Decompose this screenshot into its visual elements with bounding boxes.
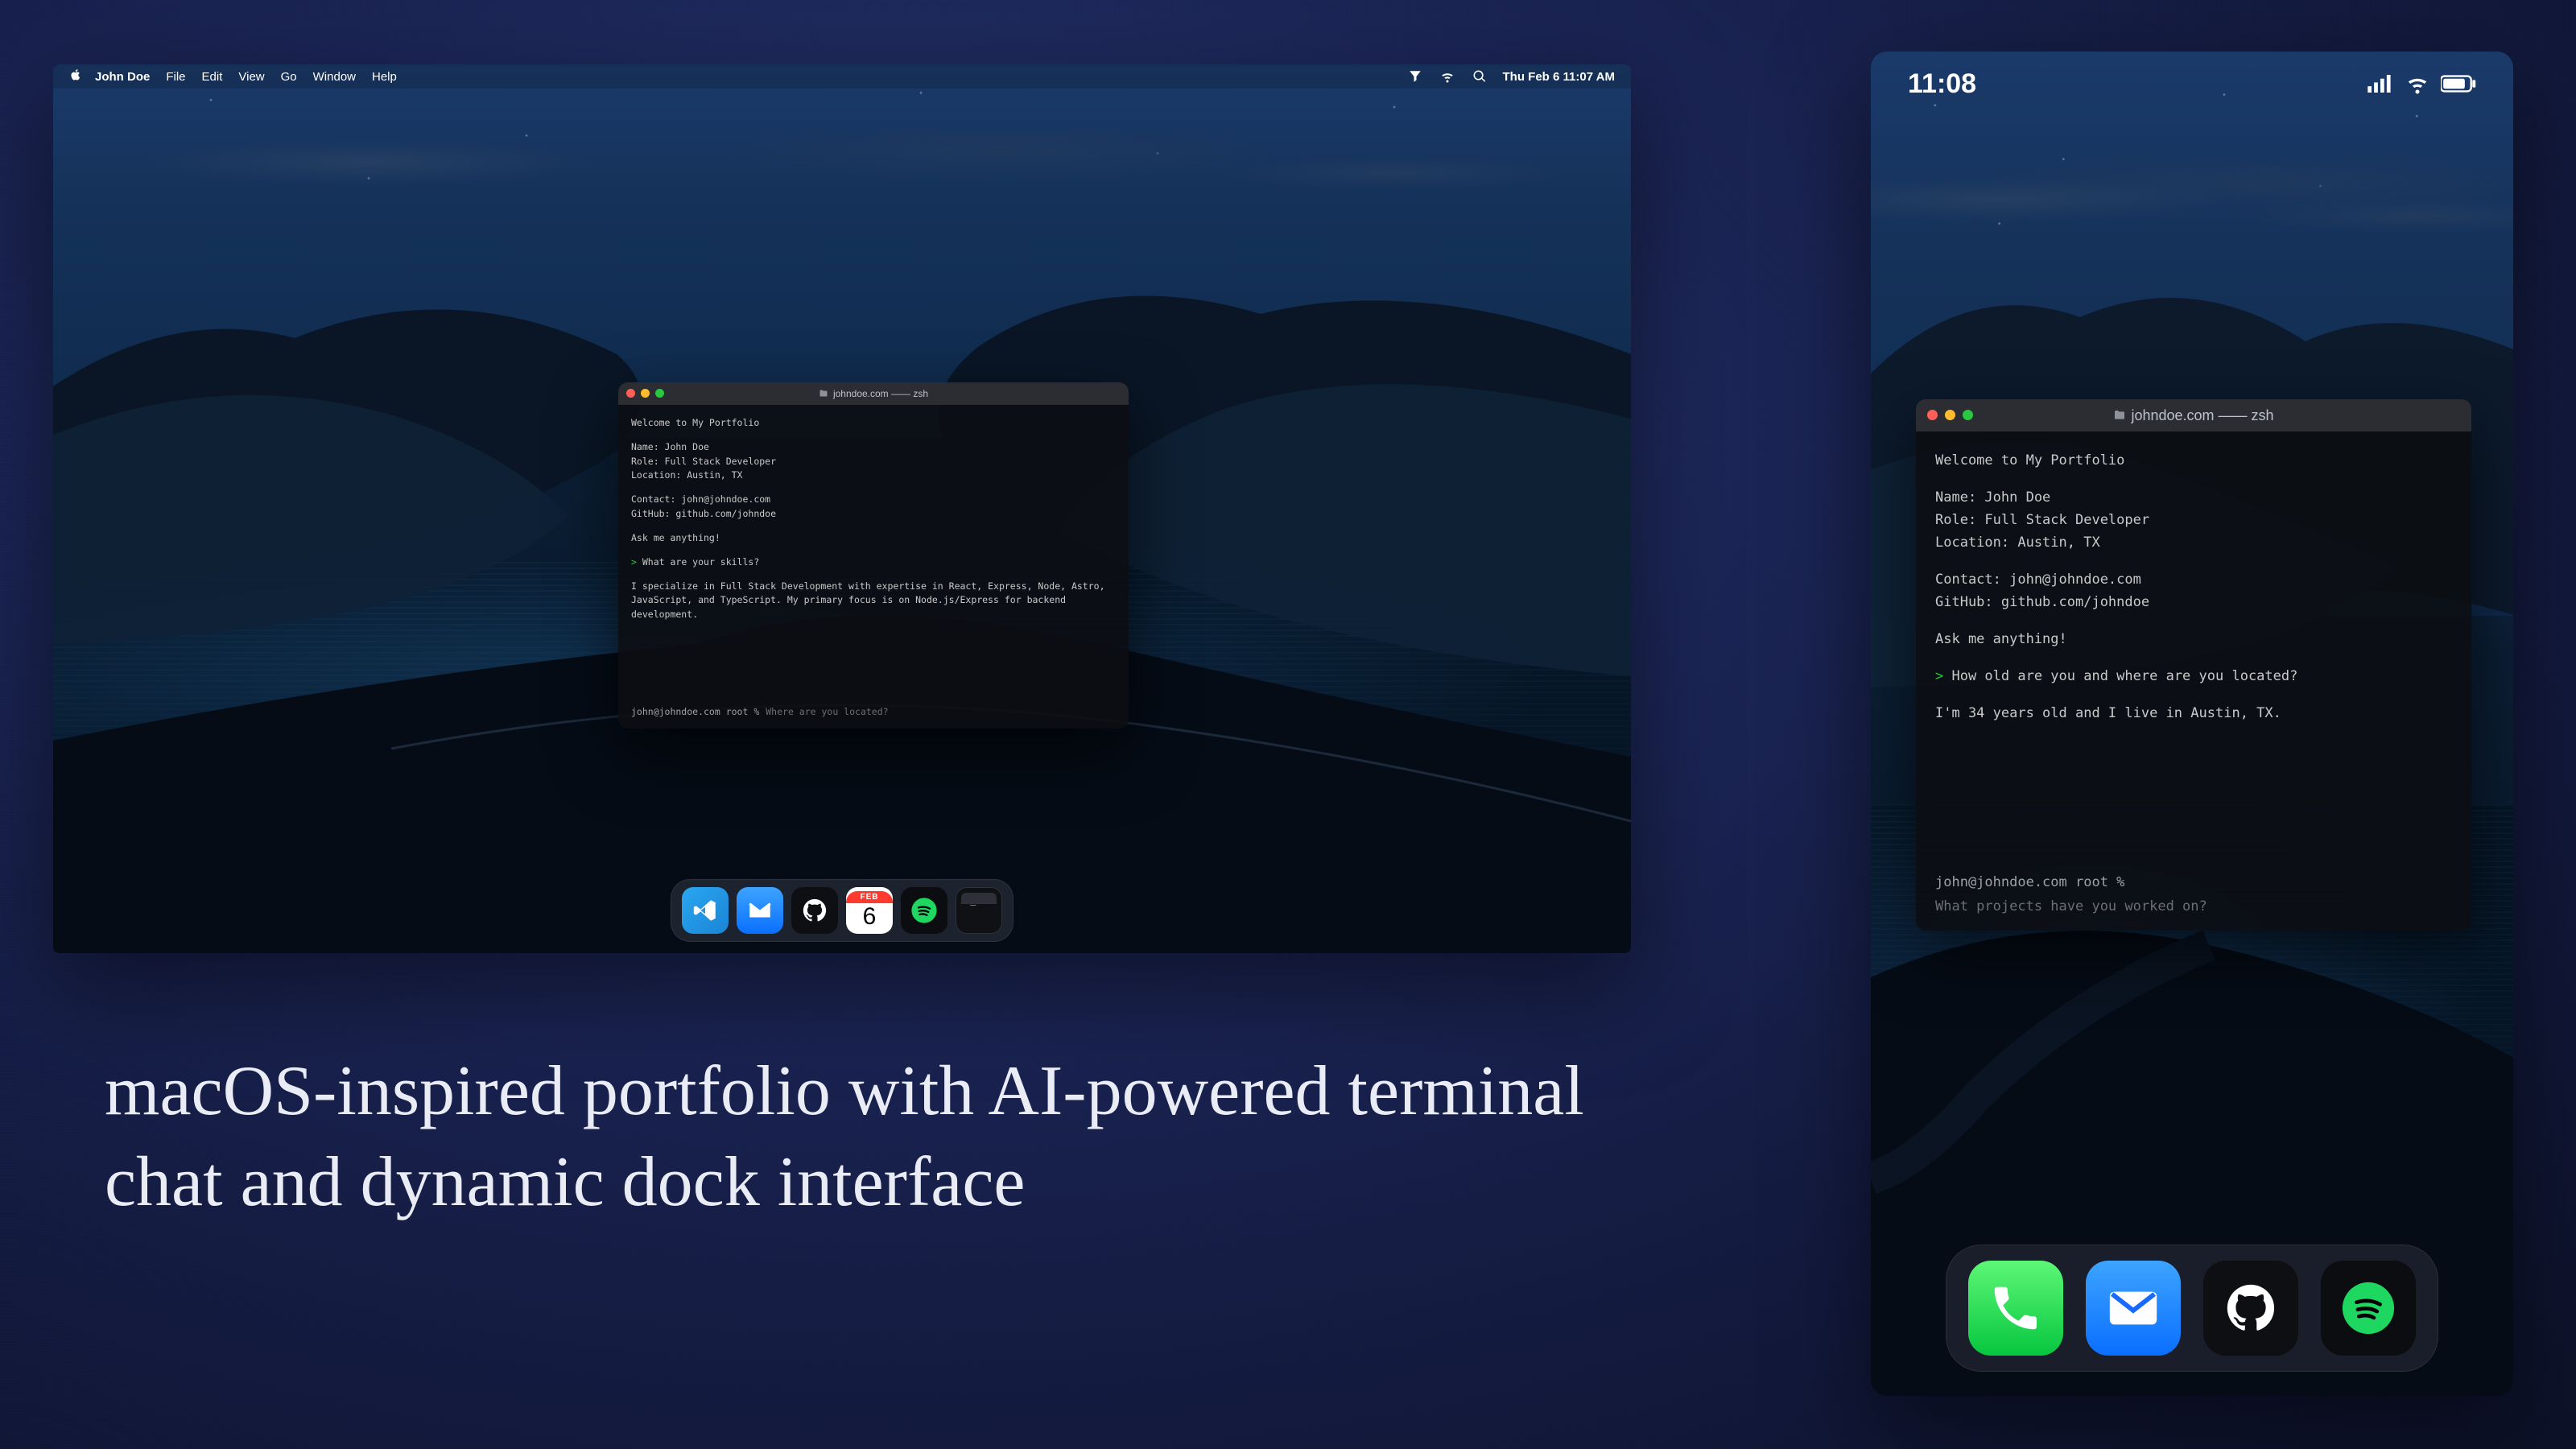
menubar-item-window[interactable]: Window (313, 70, 356, 84)
term-contact: Contact: john@johndoe.com (631, 493, 1116, 507)
dock-app-phone[interactable] (1968, 1261, 2063, 1356)
dock: FEB 6 >_ (671, 879, 1013, 942)
terminal-titlebar[interactable]: johndoe.com —— zsh (618, 382, 1129, 405)
dock-app-vscode[interactable] (682, 887, 729, 934)
prompt-symbol: > (631, 556, 642, 568)
term-role: Role: Full Stack Developer (631, 455, 1116, 469)
term-ask: Ask me anything! (631, 531, 1116, 546)
minimize-icon[interactable] (641, 389, 650, 398)
search-icon[interactable] (1472, 69, 1487, 84)
close-icon[interactable] (1927, 410, 1938, 420)
minimize-icon[interactable] (1945, 410, 1955, 420)
term-ask: Ask me anything! (1935, 628, 2452, 650)
menu-extra-icon[interactable] (1408, 69, 1422, 84)
terminal-ps1: john@johndoe.com root % (1935, 874, 2124, 890)
terminal-title: johndoe.com —— zsh (833, 388, 928, 399)
phone-terminal-window[interactable]: johndoe.com —— zsh Welcome to My Portfol… (1916, 399, 2471, 931)
dock-app-mail[interactable] (2086, 1261, 2181, 1356)
term-answer: I specialize in Full Stack Development w… (631, 580, 1116, 622)
dock-app-spotify[interactable] (2321, 1261, 2416, 1356)
dock-app-github[interactable] (791, 887, 838, 934)
traffic-lights (1927, 410, 1973, 420)
term-answer: I'm 34 years old and I live in Austin, T… (1935, 702, 2452, 724)
phone-dock (1946, 1245, 2438, 1372)
terminal-title: johndoe.com —— zsh (2131, 407, 2273, 424)
terminal-input[interactable]: Where are you located? (766, 706, 888, 717)
menubar-item-file[interactable]: File (166, 70, 185, 84)
menubar-app-name[interactable]: John Doe (95, 70, 150, 84)
menubar: John Doe File Edit View Go Window Help T… (53, 64, 1631, 89)
wifi-icon (2405, 72, 2429, 96)
apple-icon[interactable] (69, 68, 82, 85)
prompt-symbol: > (1935, 668, 1951, 684)
ios-phone: 11:08 johndoe.com —— zsh Welcome to My P… (1871, 52, 2513, 1396)
macos-desktop: John Doe File Edit View Go Window Help T… (53, 64, 1631, 953)
terminal-body: Welcome to My Portfolio Name: John Doe R… (1916, 431, 2471, 874)
menubar-clock[interactable]: Thu Feb 6 11:07 AM (1503, 70, 1615, 84)
wifi-icon[interactable] (1440, 69, 1455, 84)
term-location: Location: Austin, TX (631, 469, 1116, 483)
term-github: GitHub: github.com/johndoe (631, 507, 1116, 522)
traffic-lights (626, 389, 664, 398)
terminal-input[interactable]: What projects have you worked on? (1935, 898, 2207, 914)
folder-icon (2113, 409, 2126, 422)
zoom-icon[interactable] (1963, 410, 1973, 420)
dock-app-calendar[interactable]: FEB 6 (846, 887, 893, 934)
calendar-day: 6 (863, 903, 877, 930)
terminal-titlebar[interactable]: johndoe.com —— zsh (1916, 399, 2471, 431)
term-question: How old are you and where are you locate… (1951, 668, 2297, 684)
term-welcome: Welcome to My Portfolio (631, 416, 1116, 431)
dock-app-github[interactable] (2203, 1261, 2298, 1356)
dock-app-mail[interactable] (737, 887, 783, 934)
term-name: Name: John Doe (1935, 486, 2452, 509)
terminal-input-row[interactable]: john@johndoe.com root % Where are you lo… (618, 698, 1129, 729)
term-welcome: Welcome to My Portfolio (1935, 449, 2452, 472)
close-icon[interactable] (626, 389, 635, 398)
menubar-item-view[interactable]: View (238, 70, 264, 84)
folder-icon (819, 389, 828, 398)
cellular-icon (2367, 75, 2394, 93)
term-question: What are your skills? (642, 556, 759, 568)
term-location: Location: Austin, TX (1935, 531, 2452, 554)
dock-app-terminal[interactable]: >_ (956, 887, 1002, 934)
menubar-item-help[interactable]: Help (372, 70, 397, 84)
hero-caption: macOS-inspired portfolio with AI-powered… (105, 1046, 1634, 1228)
dock-app-spotify[interactable] (901, 887, 947, 934)
term-name: Name: John Doe (631, 440, 1116, 455)
term-github: GitHub: github.com/johndoe (1935, 591, 2452, 613)
menubar-item-edit[interactable]: Edit (202, 70, 223, 84)
terminal-icon: >_ (964, 894, 976, 906)
menubar-item-go[interactable]: Go (281, 70, 297, 84)
term-role: Role: Full Stack Developer (1935, 509, 2452, 531)
battery-icon (2441, 75, 2476, 93)
term-contact: Contact: john@johndoe.com (1935, 568, 2452, 591)
calendar-month: FEB (846, 891, 893, 903)
terminal-window[interactable]: johndoe.com —— zsh Welcome to My Portfol… (618, 382, 1129, 729)
ios-statusbar: 11:08 (1871, 52, 2513, 116)
zoom-icon[interactable] (655, 389, 664, 398)
terminal-input-row[interactable]: john@johndoe.com root % What projects ha… (1916, 874, 2471, 931)
status-time: 11:08 (1908, 68, 1976, 100)
terminal-ps1: john@johndoe.com root % (631, 706, 759, 717)
terminal-body: Welcome to My Portfolio Name: John Doe R… (618, 405, 1129, 698)
